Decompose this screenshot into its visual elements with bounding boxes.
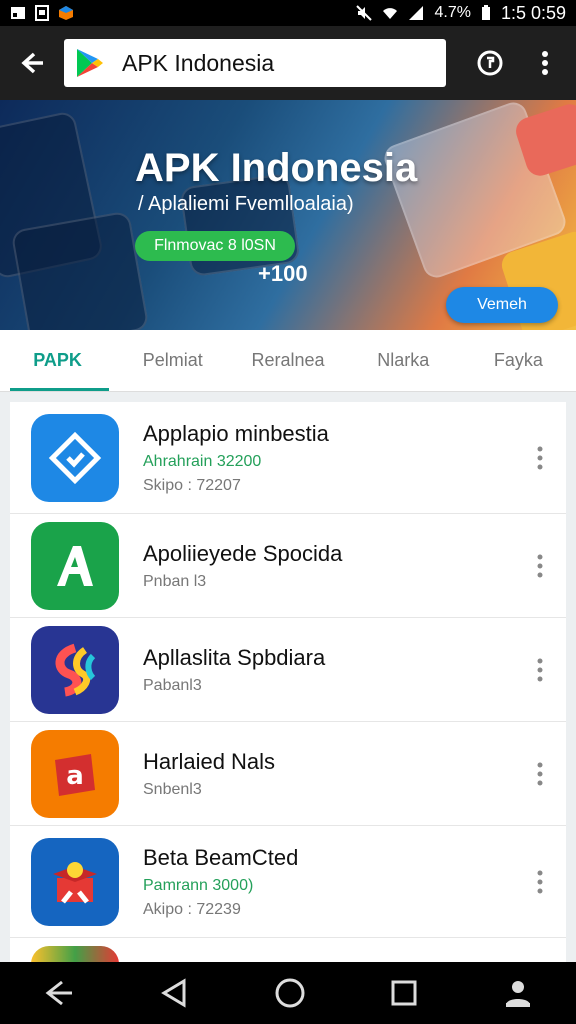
mute-icon xyxy=(356,5,373,21)
search-box[interactable]: APK Indonesia xyxy=(64,39,446,87)
person-icon[interactable] xyxy=(502,977,534,1009)
overflow-menu-button[interactable] xyxy=(520,50,570,76)
list-item[interactable]: Apoliieyede Spocida Pnban l3 xyxy=(10,514,566,618)
tab-pelmiat[interactable]: Pelmiat xyxy=(115,330,230,391)
svg-text:a: a xyxy=(66,761,84,791)
tab-papk[interactable]: PAPK xyxy=(0,330,115,391)
item-menu-button[interactable] xyxy=(520,870,560,894)
banner-title: APK Indonesia xyxy=(135,146,418,190)
more-vert-icon xyxy=(537,762,543,785)
tab-nlarka[interactable]: Nlarka xyxy=(346,330,461,391)
app-icon-partial xyxy=(31,946,119,962)
triangle-back-icon[interactable] xyxy=(160,978,190,1008)
item-menu-button[interactable] xyxy=(520,554,560,578)
app-subtitle: Snbenl3 xyxy=(143,780,202,798)
more-vert-icon xyxy=(537,870,543,893)
app-meta: Akipo : 72239 xyxy=(143,900,241,918)
tab-fayka[interactable]: Fayka xyxy=(461,330,576,391)
store-icon xyxy=(59,6,73,20)
gift-box-icon xyxy=(31,837,119,926)
wifi-icon xyxy=(383,8,398,19)
app-subtitle: Pamrann 3000) xyxy=(143,876,254,894)
app-title: Apoliieyede Spocida xyxy=(143,540,343,566)
tab-reralnea[interactable]: Reralnea xyxy=(230,330,345,391)
app-subtitle: Ahrahrain 32200 xyxy=(143,452,262,470)
green-a-icon xyxy=(31,521,119,610)
more-vert-icon xyxy=(542,51,548,75)
back-nav-icon[interactable] xyxy=(42,976,76,1010)
status-bar: 4.7% 1:5 0:59 xyxy=(0,0,576,26)
category-tabs: PAPK Pelmiat Reralnea Nlarka Fayka xyxy=(0,330,576,392)
image-icon xyxy=(11,7,25,19)
more-vert-icon xyxy=(537,658,543,681)
app-meta: Skipo : 72207 xyxy=(143,476,241,494)
play-store-icon xyxy=(77,49,103,77)
app-bar: APK Indonesia xyxy=(0,26,576,100)
red-box-icon: a xyxy=(31,729,119,818)
battery-percent: 4.7% xyxy=(434,4,471,21)
system-nav-bar xyxy=(0,962,576,1024)
list-item[interactable]: a Harlaied Nals Snbenl3 xyxy=(10,722,566,826)
more-vert-icon xyxy=(537,554,543,577)
list-item[interactable]: Apllaslita Spbdiara Pabanl3 xyxy=(10,618,566,722)
banner-badge[interactable]: Flnmovac 8 l0SN xyxy=(135,231,295,261)
app-title: Harlaied Nals xyxy=(143,748,276,774)
item-menu-button[interactable] xyxy=(520,658,560,682)
app-title: Applapio minbestia xyxy=(143,420,329,446)
back-button[interactable] xyxy=(0,26,64,100)
recents-square-icon[interactable] xyxy=(390,979,418,1007)
app-list: Applapio minbestia Ahrahrain 32200 Skipo… xyxy=(10,402,566,962)
blue-diamond-icon xyxy=(31,413,119,502)
hero-banner[interactable]: APK Indonesia / Aplaliemi Fvemlloalaia) … xyxy=(0,100,576,330)
multicolor-s-icon xyxy=(31,625,119,714)
list-item[interactable]: Beta BeamCted Pamrann 3000) Akipo : 7223… xyxy=(10,826,566,938)
item-menu-button[interactable] xyxy=(520,446,560,470)
more-vert-icon xyxy=(537,446,543,469)
phone-graphic xyxy=(10,210,150,330)
app-subtitle: Pnban l3 xyxy=(143,572,207,590)
list-item[interactable]: Applapio minbestia Ahrahrain 32200 Skipo… xyxy=(10,402,566,514)
sim-icon xyxy=(35,5,49,21)
app-subtitle: Pabanl3 xyxy=(143,676,202,694)
banner-button[interactable]: Vemeh xyxy=(446,287,558,323)
account-button[interactable] xyxy=(460,49,520,77)
circle-info-icon xyxy=(477,50,503,76)
clock: 1:5 0:59 xyxy=(500,2,566,23)
banner-count: +100 xyxy=(258,261,308,286)
search-title: APK Indonesia xyxy=(122,49,275,76)
battery-icon xyxy=(481,5,490,20)
item-menu-button[interactable] xyxy=(520,762,560,786)
app-title: Beta BeamCted xyxy=(143,844,299,870)
signal-icon xyxy=(409,6,424,20)
banner-subtitle: / Aplaliemi Fvemlloalaia) xyxy=(138,193,354,215)
arrow-left-icon xyxy=(21,52,43,74)
app-title: Apllaslita Spbdiara xyxy=(143,644,326,670)
home-circle-icon[interactable] xyxy=(274,977,306,1009)
list-item[interactable] xyxy=(10,938,566,962)
